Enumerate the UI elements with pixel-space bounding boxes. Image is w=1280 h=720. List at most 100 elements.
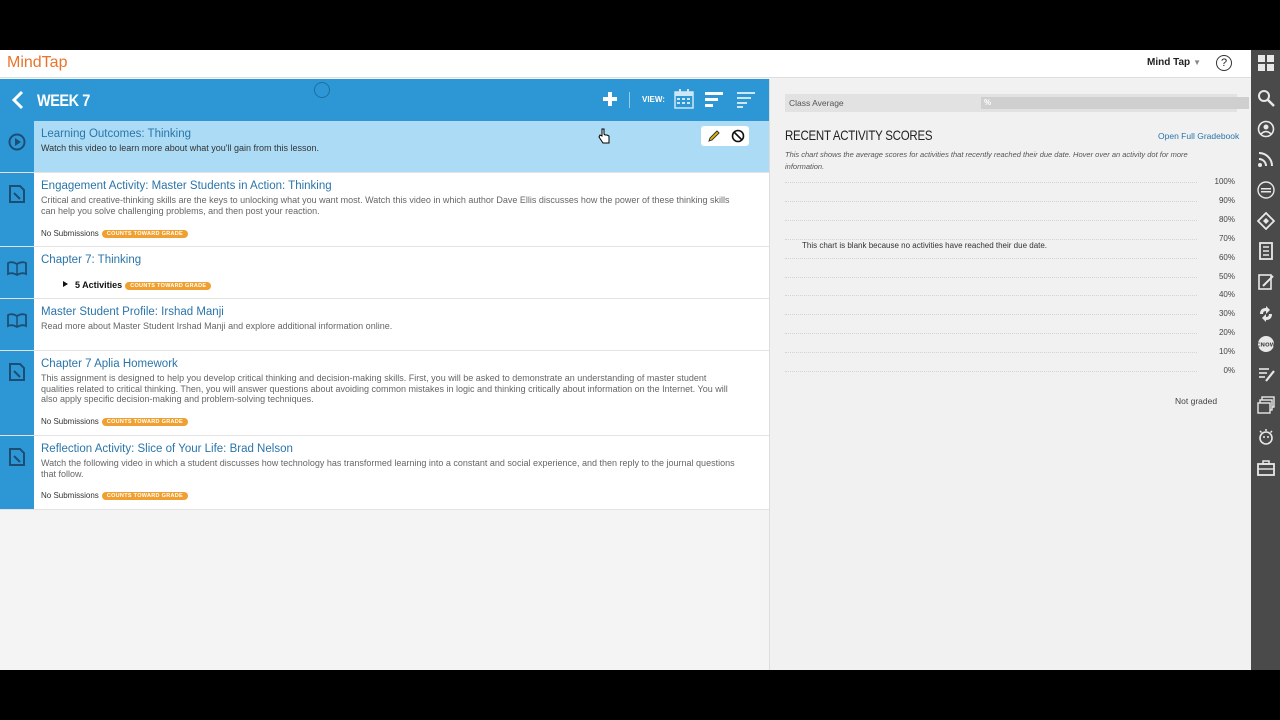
dock-button-notebook[interactable] — [1256, 241, 1276, 261]
chart-gridline — [785, 352, 1197, 354]
activity-rail — [0, 299, 34, 350]
chart-gridline — [785, 257, 1197, 259]
rss-icon — [1258, 152, 1273, 167]
submission-status: No Submissions COUNTS TOWARD GRADE — [41, 417, 188, 426]
activity-list: Learning Outcomes: Thinking Watch this v… — [0, 121, 769, 510]
briefcase-icon — [1257, 460, 1275, 476]
sort-view-icon[interactable] — [736, 90, 756, 108]
dock-button-cnow-badge[interactable]: CNOW — [1256, 334, 1276, 354]
chart-gridline — [785, 182, 1197, 183]
class-average-label: Class Average — [789, 98, 844, 108]
view-label: VIEW: — [642, 95, 665, 104]
header-divider — [629, 92, 630, 108]
calendar-view-icon[interactable] — [674, 89, 694, 109]
activity-row-engagement[interactable]: Engagement Activity: Master Students in … — [0, 173, 769, 247]
cnow-badge-icon: CNOW — [1257, 336, 1275, 352]
activity-row-learning-outcomes[interactable]: Learning Outcomes: Thinking Watch this v… — [0, 121, 769, 173]
scores-panel: Class Average % RECENT ACTIVITY SCORES O… — [769, 79, 1251, 670]
dock-button-share-arrows[interactable] — [1256, 304, 1276, 324]
chart-tick-label: 70% — [1218, 233, 1235, 243]
activity-description: Critical and creative-thinking skills ar… — [41, 195, 730, 216]
activity-row-aplia-homework[interactable]: Chapter 7 Aplia Homework This assignment… — [0, 351, 769, 436]
chart-tick-label: 90% — [1218, 195, 1235, 205]
grade-badge: COUNTS TOWARD GRADE — [101, 492, 188, 500]
hand-cursor-icon — [598, 128, 610, 144]
activity-description: Watch this video to learn more about wha… — [41, 143, 320, 153]
svg-text:CNOW: CNOW — [1257, 343, 1275, 349]
dock-button-rss[interactable] — [1256, 149, 1276, 169]
activity-description: Watch the following video in which a stu… — [41, 458, 735, 479]
chart-gridline — [785, 314, 1197, 316]
class-average-value: % — [984, 98, 992, 107]
help-button[interactable]: ? — [1216, 55, 1232, 71]
week-header: WEEK 7 VIEW: — [0, 79, 769, 121]
book-icon — [7, 261, 27, 277]
dock-button-diamond-sign[interactable] — [1256, 211, 1276, 231]
activity-tools — [701, 126, 749, 146]
submission-text: No Submissions — [41, 229, 99, 238]
chart-tick-label: 60% — [1218, 252, 1235, 262]
activities-expander[interactable]: 5 Activities COUNTS TOWARD GRADE — [63, 280, 212, 290]
pencil-edit-icon[interactable] — [707, 129, 721, 143]
activity-title[interactable]: Master Student Profile: Irshad Manji — [41, 306, 224, 318]
activity-title[interactable]: Learning Outcomes: Thinking — [41, 128, 191, 140]
activity-description: Read more about Master Student Irshad Ma… — [41, 321, 393, 331]
chart-tick-label: 20% — [1218, 328, 1235, 338]
activity-row-master-student[interactable]: Master Student Profile: Irshad Manji Rea… — [0, 299, 769, 351]
open-gradebook-link[interactable]: Open Full Gradebook — [1158, 131, 1239, 141]
user-menu-label: Mind Tap — [1147, 57, 1191, 68]
document-edit-icon — [9, 363, 25, 381]
letterbox-top — [0, 0, 1280, 50]
dock-button-person-chat[interactable] — [1256, 119, 1276, 139]
activity-row-reflection[interactable]: Reflection Activity: Slice of Your Life:… — [0, 436, 769, 510]
dock-button-notes-edit[interactable] — [1256, 364, 1276, 384]
brand-logo[interactable]: MindTap — [7, 54, 67, 72]
chart-gridline — [785, 276, 1197, 278]
dock-button-sun-face[interactable] — [1256, 427, 1276, 447]
activity-title[interactable]: Engagement Activity: Master Students in … — [41, 180, 332, 192]
dock-button-briefcase[interactable] — [1256, 458, 1276, 478]
submission-text: No Submissions — [41, 491, 99, 500]
submission-status: No Submissions COUNTS TOWARD GRADE — [41, 491, 188, 500]
activity-title[interactable]: Chapter 7 Aplia Homework — [41, 358, 178, 370]
share-arrows-icon — [1260, 306, 1272, 322]
list-view-icon[interactable] — [704, 90, 724, 108]
stacked-cards-icon — [1257, 396, 1275, 414]
sun-face-icon — [1259, 429, 1273, 445]
dock-button-stacked-cards[interactable] — [1256, 395, 1276, 415]
back-chevron-icon[interactable] — [10, 89, 26, 111]
chevron-down-icon: ▼ — [1193, 58, 1202, 67]
user-menu[interactable]: Mind Tap ▼ — [1147, 57, 1201, 68]
expander-label: 5 Activities — [75, 280, 123, 290]
diamond-sign-icon — [1257, 212, 1275, 230]
scores-chart: This chart is blank because no activitie… — [785, 177, 1237, 387]
class-average: Class Average % — [785, 94, 1249, 112]
dock-button-mastering-circle[interactable] — [1256, 180, 1276, 200]
chart-tick-label: 0% — [1223, 366, 1235, 375]
hide-icon[interactable] — [731, 129, 745, 143]
activity-title[interactable]: Reflection Activity: Slice of Your Life:… — [41, 443, 293, 455]
dock-button-apps-grid[interactable] — [1256, 53, 1276, 73]
play-circle-icon — [8, 133, 26, 151]
dock-button-search[interactable] — [1256, 88, 1276, 108]
activity-row-chapter-7[interactable]: Chapter 7: Thinking 5 Activities COUNTS T… — [0, 247, 769, 299]
person-chat-icon — [1257, 120, 1275, 138]
add-activity-button[interactable] — [602, 91, 618, 107]
chart-gridline — [785, 200, 1197, 202]
page-title: WEEK 7 — [37, 91, 90, 110]
dock-button-edit-document[interactable] — [1256, 272, 1276, 292]
grade-badge: COUNTS TOWARD GRADE — [101, 418, 188, 426]
not-graded-label: Not graded — [1175, 396, 1218, 406]
top-bar: MindTap Mind Tap ▼ ? — [0, 50, 1251, 78]
chart-gridline — [785, 295, 1197, 297]
activity-title[interactable]: Chapter 7: Thinking — [41, 254, 141, 266]
chart-tick-label: 100% — [1214, 177, 1235, 186]
recent-scores-title: RECENT ACTIVITY SCORES — [785, 127, 933, 143]
grade-badge: COUNTS TOWARD GRADE — [101, 230, 188, 238]
chart-tick-label: 30% — [1218, 309, 1235, 319]
expand-triangle-icon — [63, 281, 68, 287]
chart-tick-label: 40% — [1218, 290, 1235, 300]
chart-gridline — [785, 219, 1197, 221]
chart-gridline — [785, 333, 1197, 335]
document-edit-icon — [9, 448, 25, 466]
